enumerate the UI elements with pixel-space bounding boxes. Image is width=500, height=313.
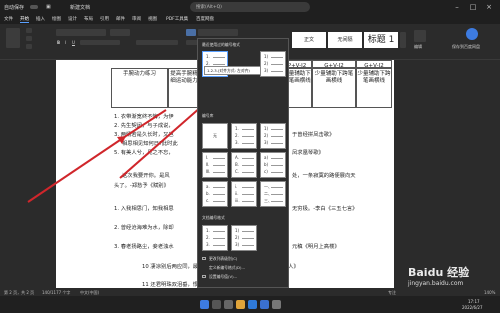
section-document-formats: 文档编号格式	[202, 215, 225, 220]
file-explorer-icon[interactable]	[236, 300, 245, 309]
baidu-jingyan-watermark: Baidu 经验	[408, 266, 470, 279]
watermark-url: jingyan.baidu.com	[408, 280, 464, 287]
numbering-format-thumbnail[interactable]: a. b. c.	[202, 181, 228, 207]
taskbar: 17:17 2022/6/27	[0, 296, 500, 313]
word-icon[interactable]	[260, 300, 269, 309]
zoom-level[interactable]: 140%	[484, 290, 495, 295]
edge-icon[interactable]	[248, 300, 257, 309]
numbering-format-thumbnail[interactable]: a) b) c)	[260, 152, 286, 178]
annotation-arrow-line	[125, 109, 167, 137]
section-recent-formats: 最近使用过的编号格式	[202, 42, 240, 47]
annotation-arrow-line	[27, 135, 127, 203]
menu-change-list-level[interactable]: 更改列表级别(C)	[202, 255, 286, 262]
search-icon[interactable]	[212, 300, 221, 309]
numbering-format-thumbnail[interactable]: Ⅰ. Ⅱ. Ⅲ.	[202, 152, 228, 178]
taskview-icon[interactable]	[224, 300, 233, 309]
numbering-format-thumbnail[interactable]: 1. 2. 3.	[231, 123, 257, 149]
numbering-library-dropdown: 最近使用过的编号格式 1. 2. 3. 1) 2) 3) 编号库 无 1. 2.…	[197, 38, 289, 288]
tooltip: 1.2.3.(对齐方式: 左对齐)	[204, 66, 261, 75]
app-icon[interactable]	[272, 300, 281, 309]
app-window: 自动保存 ▣ 新建文档 搜索(Alt+Q) – □ × 文件 开始 插入 绘图 …	[0, 0, 500, 313]
numbering-none-option[interactable]: 无	[202, 123, 228, 149]
clock-time[interactable]: 17:17	[468, 299, 480, 304]
menu-define-new-format[interactable]: 定义新编号格式(D)...	[202, 264, 286, 271]
clock-date[interactable]: 2022/6/27	[462, 305, 483, 310]
status-bar: 第 2 页，共 2 页 140/1177 个字 中文(中国) 专注 140%	[0, 288, 500, 296]
menu-set-numbering-value[interactable]: 设置编号值(V)...	[202, 273, 286, 280]
numbering-format-thumbnail[interactable]: 1) 2) 3)	[231, 225, 257, 251]
numbering-format-thumbnail[interactable]: i. ii. iii.	[231, 181, 257, 207]
start-icon[interactable]	[200, 300, 209, 309]
numbering-format-thumbnail[interactable]: 1) 2) 3)	[260, 123, 286, 149]
numbering-format-thumbnail[interactable]: 1. 2. 3.	[202, 225, 228, 251]
numbering-format-thumbnail[interactable]: 一、 二、 三、	[260, 181, 286, 207]
numbering-format-thumbnail[interactable]: 1) 2) 3)	[260, 51, 286, 77]
numbering-format-thumbnail[interactable]: A. B. C.	[231, 152, 257, 178]
section-numbering-library: 编号库	[202, 113, 214, 118]
